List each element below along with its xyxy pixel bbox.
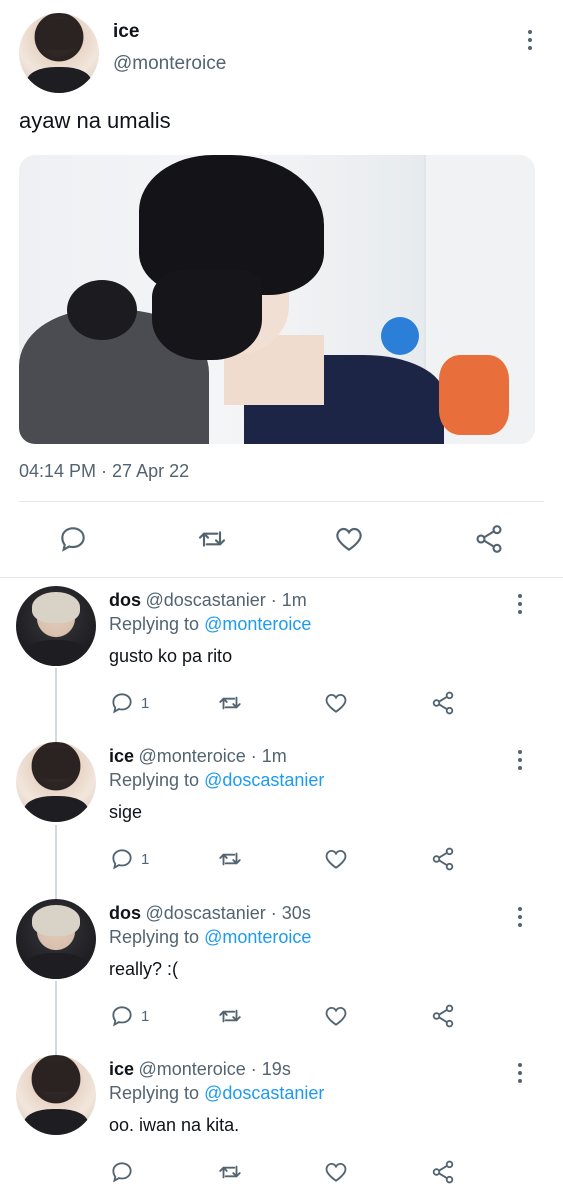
replying-to-label: Replying to	[109, 614, 200, 634]
share-icon	[432, 691, 454, 715]
like-icon	[336, 527, 362, 551]
retweet-icon	[219, 1009, 241, 1023]
reply-button[interactable]: 1	[109, 846, 149, 872]
reply-count: 1	[141, 850, 150, 868]
reply-author-name[interactable]: ice	[109, 746, 134, 766]
reply-button[interactable]: 1	[109, 1003, 149, 1029]
retweet-icon	[219, 1165, 241, 1179]
like-button[interactable]	[323, 690, 349, 716]
reply-avatar[interactable]	[16, 1055, 96, 1135]
retweet-button[interactable]	[216, 1159, 244, 1185]
reply-icon	[61, 527, 85, 552]
reply-handle-time: @doscastanier · 30s	[145, 903, 311, 923]
like-button[interactable]	[323, 846, 349, 872]
author-name[interactable]: ice	[113, 21, 139, 43]
share-button[interactable]	[430, 846, 456, 872]
retweet-icon	[198, 531, 226, 547]
tweet-text: ayaw na umalis	[19, 108, 171, 133]
tweet-timestamp[interactable]: 04:14 PM · 27 Apr 22	[19, 461, 189, 482]
replying-to-label: Replying to	[109, 1083, 200, 1103]
like-icon	[325, 1162, 347, 1182]
retweet-button[interactable]	[195, 523, 229, 555]
divider	[19, 501, 544, 502]
like-button[interactable]	[333, 523, 365, 555]
author-handle[interactable]: @monteroice	[113, 53, 226, 75]
reply-text: oo. iwan na kita.	[109, 1115, 240, 1135]
more-vertical-icon[interactable]	[510, 592, 530, 616]
share-icon	[476, 525, 502, 553]
reply-text: really? :(	[109, 959, 179, 979]
thread-line	[55, 981, 57, 1056]
divider	[0, 577, 563, 578]
reply-icon	[112, 1162, 132, 1183]
author-avatar[interactable]	[19, 13, 99, 93]
replying-to-label: Replying to	[109, 770, 200, 790]
replying-to-label: Replying to	[109, 927, 200, 947]
mention-link[interactable]: @doscastanier	[204, 1083, 324, 1103]
reply-button[interactable]: 1	[109, 690, 149, 716]
reply-button[interactable]	[57, 523, 89, 555]
share-icon	[432, 1004, 454, 1028]
reply-icon	[112, 849, 132, 870]
share-button[interactable]	[430, 1003, 456, 1029]
retweet-button[interactable]	[216, 690, 244, 716]
like-button[interactable]	[323, 1159, 349, 1185]
reply-author-name[interactable]: dos	[109, 903, 141, 923]
reply-icon	[112, 693, 132, 714]
retweet-icon	[219, 696, 241, 710]
mention-link[interactable]: @doscastanier	[204, 770, 324, 790]
share-icon	[432, 1160, 454, 1184]
reply-avatar[interactable]	[16, 742, 96, 822]
retweet-icon	[219, 852, 241, 866]
reply-count: 1	[141, 1007, 150, 1025]
mention-link[interactable]: @monteroice	[204, 927, 311, 947]
reply-author-name[interactable]: ice	[109, 1059, 134, 1079]
reply-icon	[112, 1006, 132, 1027]
more-vertical-icon[interactable]	[510, 748, 530, 772]
more-vertical-icon[interactable]	[520, 28, 540, 52]
thread-line	[55, 825, 57, 900]
like-icon	[325, 849, 347, 869]
tweet-media-image[interactable]	[19, 155, 535, 444]
retweet-button[interactable]	[216, 846, 244, 872]
reply-avatar[interactable]	[16, 899, 96, 979]
reply-text: sige	[109, 802, 143, 822]
thread-line	[55, 668, 57, 743]
mention-link[interactable]: @monteroice	[204, 614, 311, 634]
reply-text: gusto ko pa rito	[109, 646, 233, 666]
reply-handle-time: @monteroice · 19s	[138, 1059, 291, 1079]
reply-handle-time: @monteroice · 1m	[138, 746, 287, 766]
like-icon	[325, 1006, 347, 1026]
retweet-button[interactable]	[216, 1003, 244, 1029]
more-vertical-icon[interactable]	[510, 1061, 530, 1085]
reply-handle-time: @doscastanier · 1m	[145, 590, 307, 610]
share-icon	[432, 847, 454, 871]
reply-count: 1	[141, 694, 150, 712]
share-button[interactable]	[473, 523, 505, 555]
share-button[interactable]	[430, 1159, 456, 1185]
reply-avatar[interactable]	[16, 586, 96, 666]
more-vertical-icon[interactable]	[510, 905, 530, 929]
reply-author-name[interactable]: dos	[109, 590, 141, 610]
reply-button[interactable]	[109, 1159, 135, 1185]
share-button[interactable]	[430, 690, 456, 716]
like-icon	[325, 693, 347, 713]
like-button[interactable]	[323, 1003, 349, 1029]
